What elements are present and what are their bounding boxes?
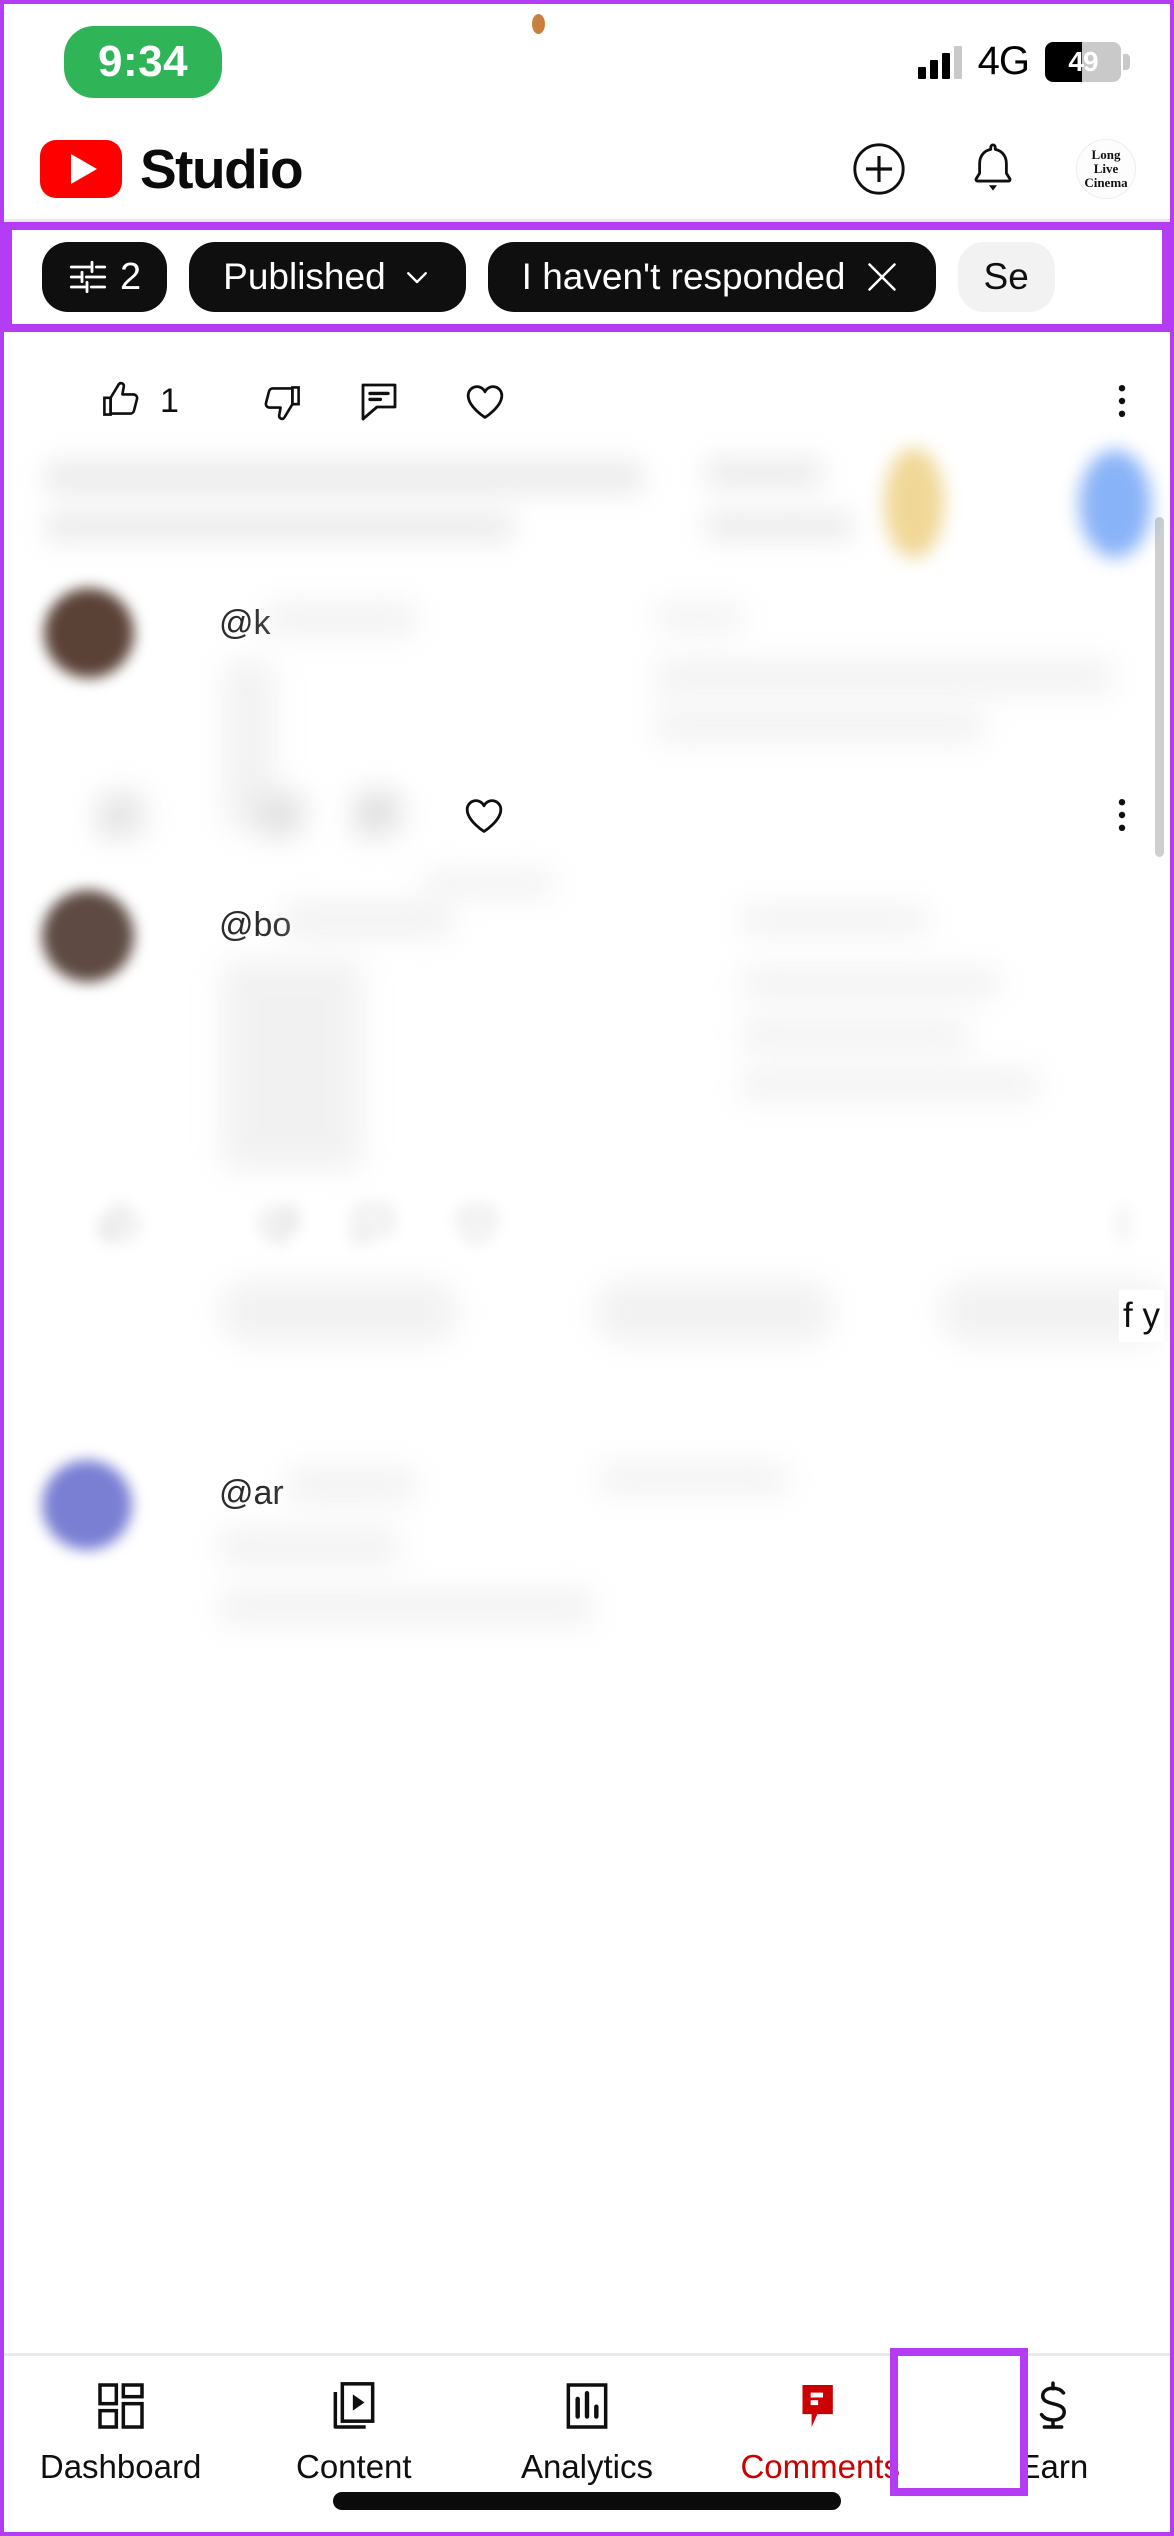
filter-count-label: 2 [120,255,142,298]
commenter-handle[interactable]: @ar [219,1474,284,1513]
plus-circle-icon [853,143,905,195]
thumb-down-icon [261,1209,296,1243]
avatar-line-1: Long [1091,146,1121,162]
reply-icon [360,797,396,835]
dashboard-grid-icon [97,2383,144,2429]
bell-icon [974,143,1012,191]
filter-bar-highlight: 2 Published I haven't responded Se [4,222,1170,332]
reply-button[interactable] [350,1201,396,1247]
suggested-reply-chip[interactable] [219,1280,459,1344]
reply-button[interactable] [355,377,403,425]
more-options-button[interactable] [1104,1201,1142,1247]
header-actions: Long Live Cinema [848,138,1136,200]
comment-actions-row-top[interactable]: 1 [4,362,1170,440]
avatar-line-2: Live [1093,160,1119,176]
commenter-avatar[interactable] [42,1460,132,1550]
redacted-video-row [4,440,1170,580]
nav-label-earn: Earn [1018,2448,1089,2485]
network-type-label: 4G [977,39,1030,83]
commenter-avatar[interactable] [44,588,134,678]
like-count: 1 [160,381,179,420]
studio-brand[interactable]: Studio [40,137,304,201]
heart-icon [459,1208,495,1242]
video-play-icon [333,2382,375,2429]
reply-icon [361,383,397,421]
comment-list[interactable]: 1 @k @bo f y @ar [4,332,1170,2353]
filter-chip-published[interactable]: Published [189,242,466,312]
comments-tab-highlight [890,2348,1028,2496]
create-button[interactable] [848,138,910,200]
comment-item-1[interactable]: @k [4,580,1170,890]
filter-sliders-icon [69,260,107,294]
reply-button[interactable] [354,791,402,839]
home-indicator [333,2492,841,2510]
filter-chip-count[interactable]: 2 [42,242,168,312]
battery-icon: 49 [1045,41,1130,82]
status-bar: 9:34 4G 49 [4,4,1170,119]
dollar-sign-icon [1040,2381,1067,2429]
more-vertical-icon [1119,1208,1127,1240]
filter-chip-partial-label: Se [983,256,1029,297]
more-vertical-icon [1118,799,1126,831]
dislike-button[interactable] [254,1201,300,1247]
nav-label-dashboard: Dashboard [39,2448,202,2485]
comment-actions-row-2[interactable] [4,1185,1170,1263]
like-button[interactable]: 1 [98,377,179,425]
app-title: Studio [140,138,304,200]
thumb-down-icon [264,386,300,421]
status-indicators: 4G 49 [917,39,1130,84]
comment-item-3[interactable]: @ar [4,1450,1170,1680]
comment-actions-row-1[interactable] [4,776,1170,854]
phone-screen: 9:34 4G 49 Studio Long Live Cinema 2 Pub… [0,0,1174,2536]
dislike-button[interactable] [257,377,305,425]
reply-icon [356,1207,390,1243]
camera-dot-icon [532,14,545,34]
bottom-navigation[interactable]: Dashboard Content Analytics Comments Ear… [4,2348,1170,2532]
filter-chip-strip[interactable]: 2 Published I haven't responded Se [12,230,1162,324]
more-options-button[interactable] [1102,377,1142,425]
commenter-handle[interactable]: @bo [219,906,291,945]
thumb-up-icon [102,1205,137,1239]
commenter-avatar[interactable] [42,890,134,982]
filter-chip-published-label: Published [223,256,386,297]
app-header: Studio Long Live Cinema [4,119,1170,219]
thumb-down-icon [263,800,299,835]
edge-partial-text: f y [1119,1290,1164,1342]
heart-icon [465,799,503,833]
chevron-down-icon [406,272,427,284]
bar-chart-icon [566,2383,608,2429]
close-icon[interactable] [862,257,902,297]
youtube-play-icon [40,140,122,198]
battery-percent-label: 49 [1068,45,1098,77]
thumb-up-icon [103,381,139,416]
filter-chip-not-responded-label: I haven't responded [521,256,846,297]
like-button[interactable] [98,791,146,839]
heart-icon [466,385,504,419]
like-button[interactable] [98,1201,144,1247]
comment-item-2[interactable]: @bo f y [4,870,1170,1450]
nav-label-comments: Comments [740,2448,900,2485]
filter-chip-not-responded[interactable]: I haven't responded [487,242,936,312]
heart-button[interactable] [460,791,508,839]
more-vertical-icon [1118,385,1126,417]
comment-bubble-icon [802,2385,834,2427]
status-clock: 9:34 [64,25,223,98]
notifications-button[interactable] [962,138,1024,200]
signal-bars-icon [917,45,962,79]
more-options-button[interactable] [1102,791,1142,839]
filter-chip-partial[interactable]: Se [957,242,1055,312]
commenter-handle[interactable]: @k [219,604,271,643]
nav-item-analytics[interactable]: Analytics [470,2356,703,2486]
heart-button[interactable] [454,1201,500,1247]
thumb-up-icon [103,795,139,830]
avatar-line-3: Cinema [1084,175,1128,191]
dislike-button[interactable] [256,791,304,839]
avatar[interactable]: Long Live Cinema [1076,139,1136,199]
suggested-reply-chip[interactable] [594,1280,834,1344]
nav-item-content[interactable]: Content [237,2356,470,2486]
nav-label-content: Content [296,2448,412,2485]
nav-item-dashboard[interactable]: Dashboard [4,2356,237,2486]
heart-button[interactable] [461,377,509,425]
nav-label-analytics: Analytics [520,2448,654,2485]
